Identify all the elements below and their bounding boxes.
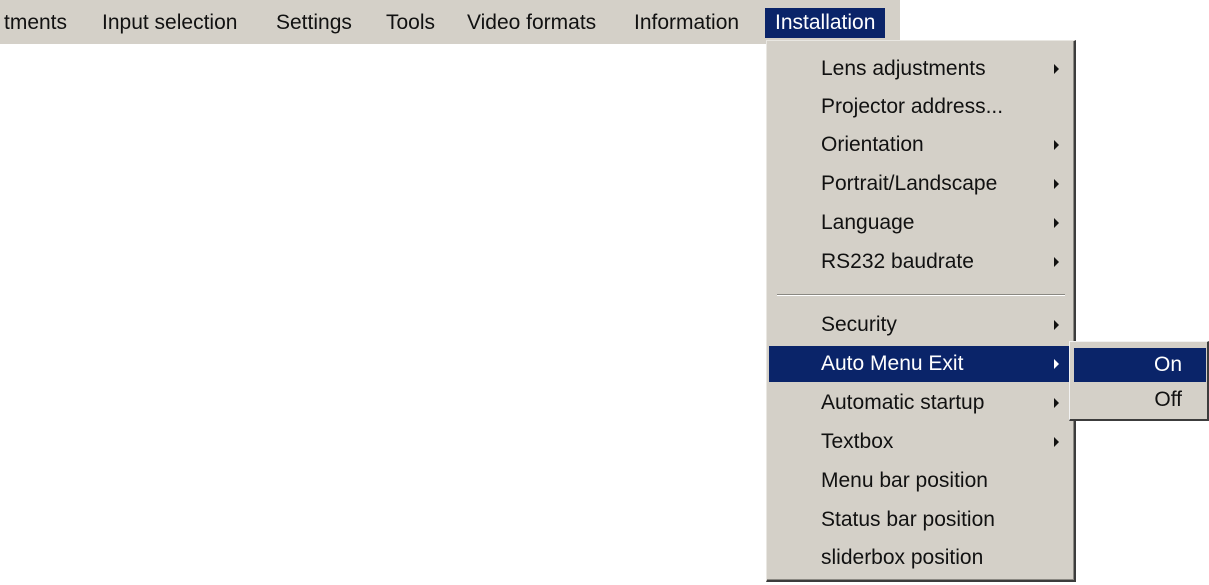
menu-item-label: Lens adjustments [821,57,986,80]
menu-item-label: Textbox [821,430,894,453]
menu-item-projector-address[interactable]: Projector address... [769,89,1072,125]
submenu-arrow-icon [1054,437,1059,447]
auto-menu-exit-submenu: On Off [1069,341,1209,421]
menu-item-textbox[interactable]: Textbox [769,424,1072,460]
submenu-arrow-icon [1054,359,1059,369]
menu-item-lens-adjustments[interactable]: Lens adjustments [769,51,1072,87]
menu-item-auto-menu-exit[interactable]: Auto Menu Exit [769,346,1072,382]
submenu-arrow-icon [1054,179,1059,189]
menu-item-label: Automatic startup [821,391,985,414]
menu-item-label: Menu bar position [821,469,988,492]
menu-input-selection[interactable]: Input selection [94,8,245,38]
submenu-arrow-icon [1054,320,1059,330]
submenu-arrow-icon [1054,64,1059,74]
menu-item-label: Portrait/Landscape [821,172,998,195]
submenu-item-off[interactable]: Off [1074,383,1206,417]
menu-item-label: Orientation [821,133,924,156]
menu-settings[interactable]: Settings [268,8,360,38]
menu-item-label: RS232 baudrate [821,250,974,273]
menu-item-sliderbox-position[interactable]: sliderbox position [769,540,1072,576]
menu-item-automatic-startup[interactable]: Automatic startup [769,385,1072,421]
menu-item-portrait-landscape[interactable]: Portrait/Landscape [769,166,1072,202]
menu-item-label: sliderbox position [821,546,984,569]
menu-item-language[interactable]: Language [769,205,1072,241]
menu-information[interactable]: Information [626,8,747,38]
menu-item-label: Security [821,313,897,336]
submenu-arrow-icon [1054,218,1059,228]
menu-item-label: Projector address... [821,95,1004,118]
menu-item-status-bar-position[interactable]: Status bar position [769,502,1072,538]
menu-item-label: Auto Menu Exit [821,352,964,375]
submenu-arrow-icon [1054,398,1059,408]
menu-tools[interactable]: Tools [378,8,443,38]
menu-bar: tments Input selection Settings Tools Vi… [0,0,1209,44]
menu-item-label: Language [821,211,915,234]
menu-video-formats[interactable]: Video formats [459,8,604,38]
submenu-arrow-icon [1054,257,1059,267]
menu-separator [777,294,1065,296]
submenu-item-on[interactable]: On [1074,348,1206,382]
installation-dropdown: Lens adjustments Projector address... Or… [766,40,1076,582]
menu-item-rs232-baudrate[interactable]: RS232 baudrate [769,244,1072,280]
menu-item-security[interactable]: Security [769,307,1072,343]
menu-item-menu-bar-position[interactable]: Menu bar position [769,463,1072,499]
menu-installation[interactable]: Installation [765,8,886,38]
menu-item-label: Status bar position [821,508,995,531]
submenu-arrow-icon [1054,140,1059,150]
menu-adjustments[interactable]: tments [0,8,75,38]
menu-item-orientation[interactable]: Orientation [769,127,1072,163]
